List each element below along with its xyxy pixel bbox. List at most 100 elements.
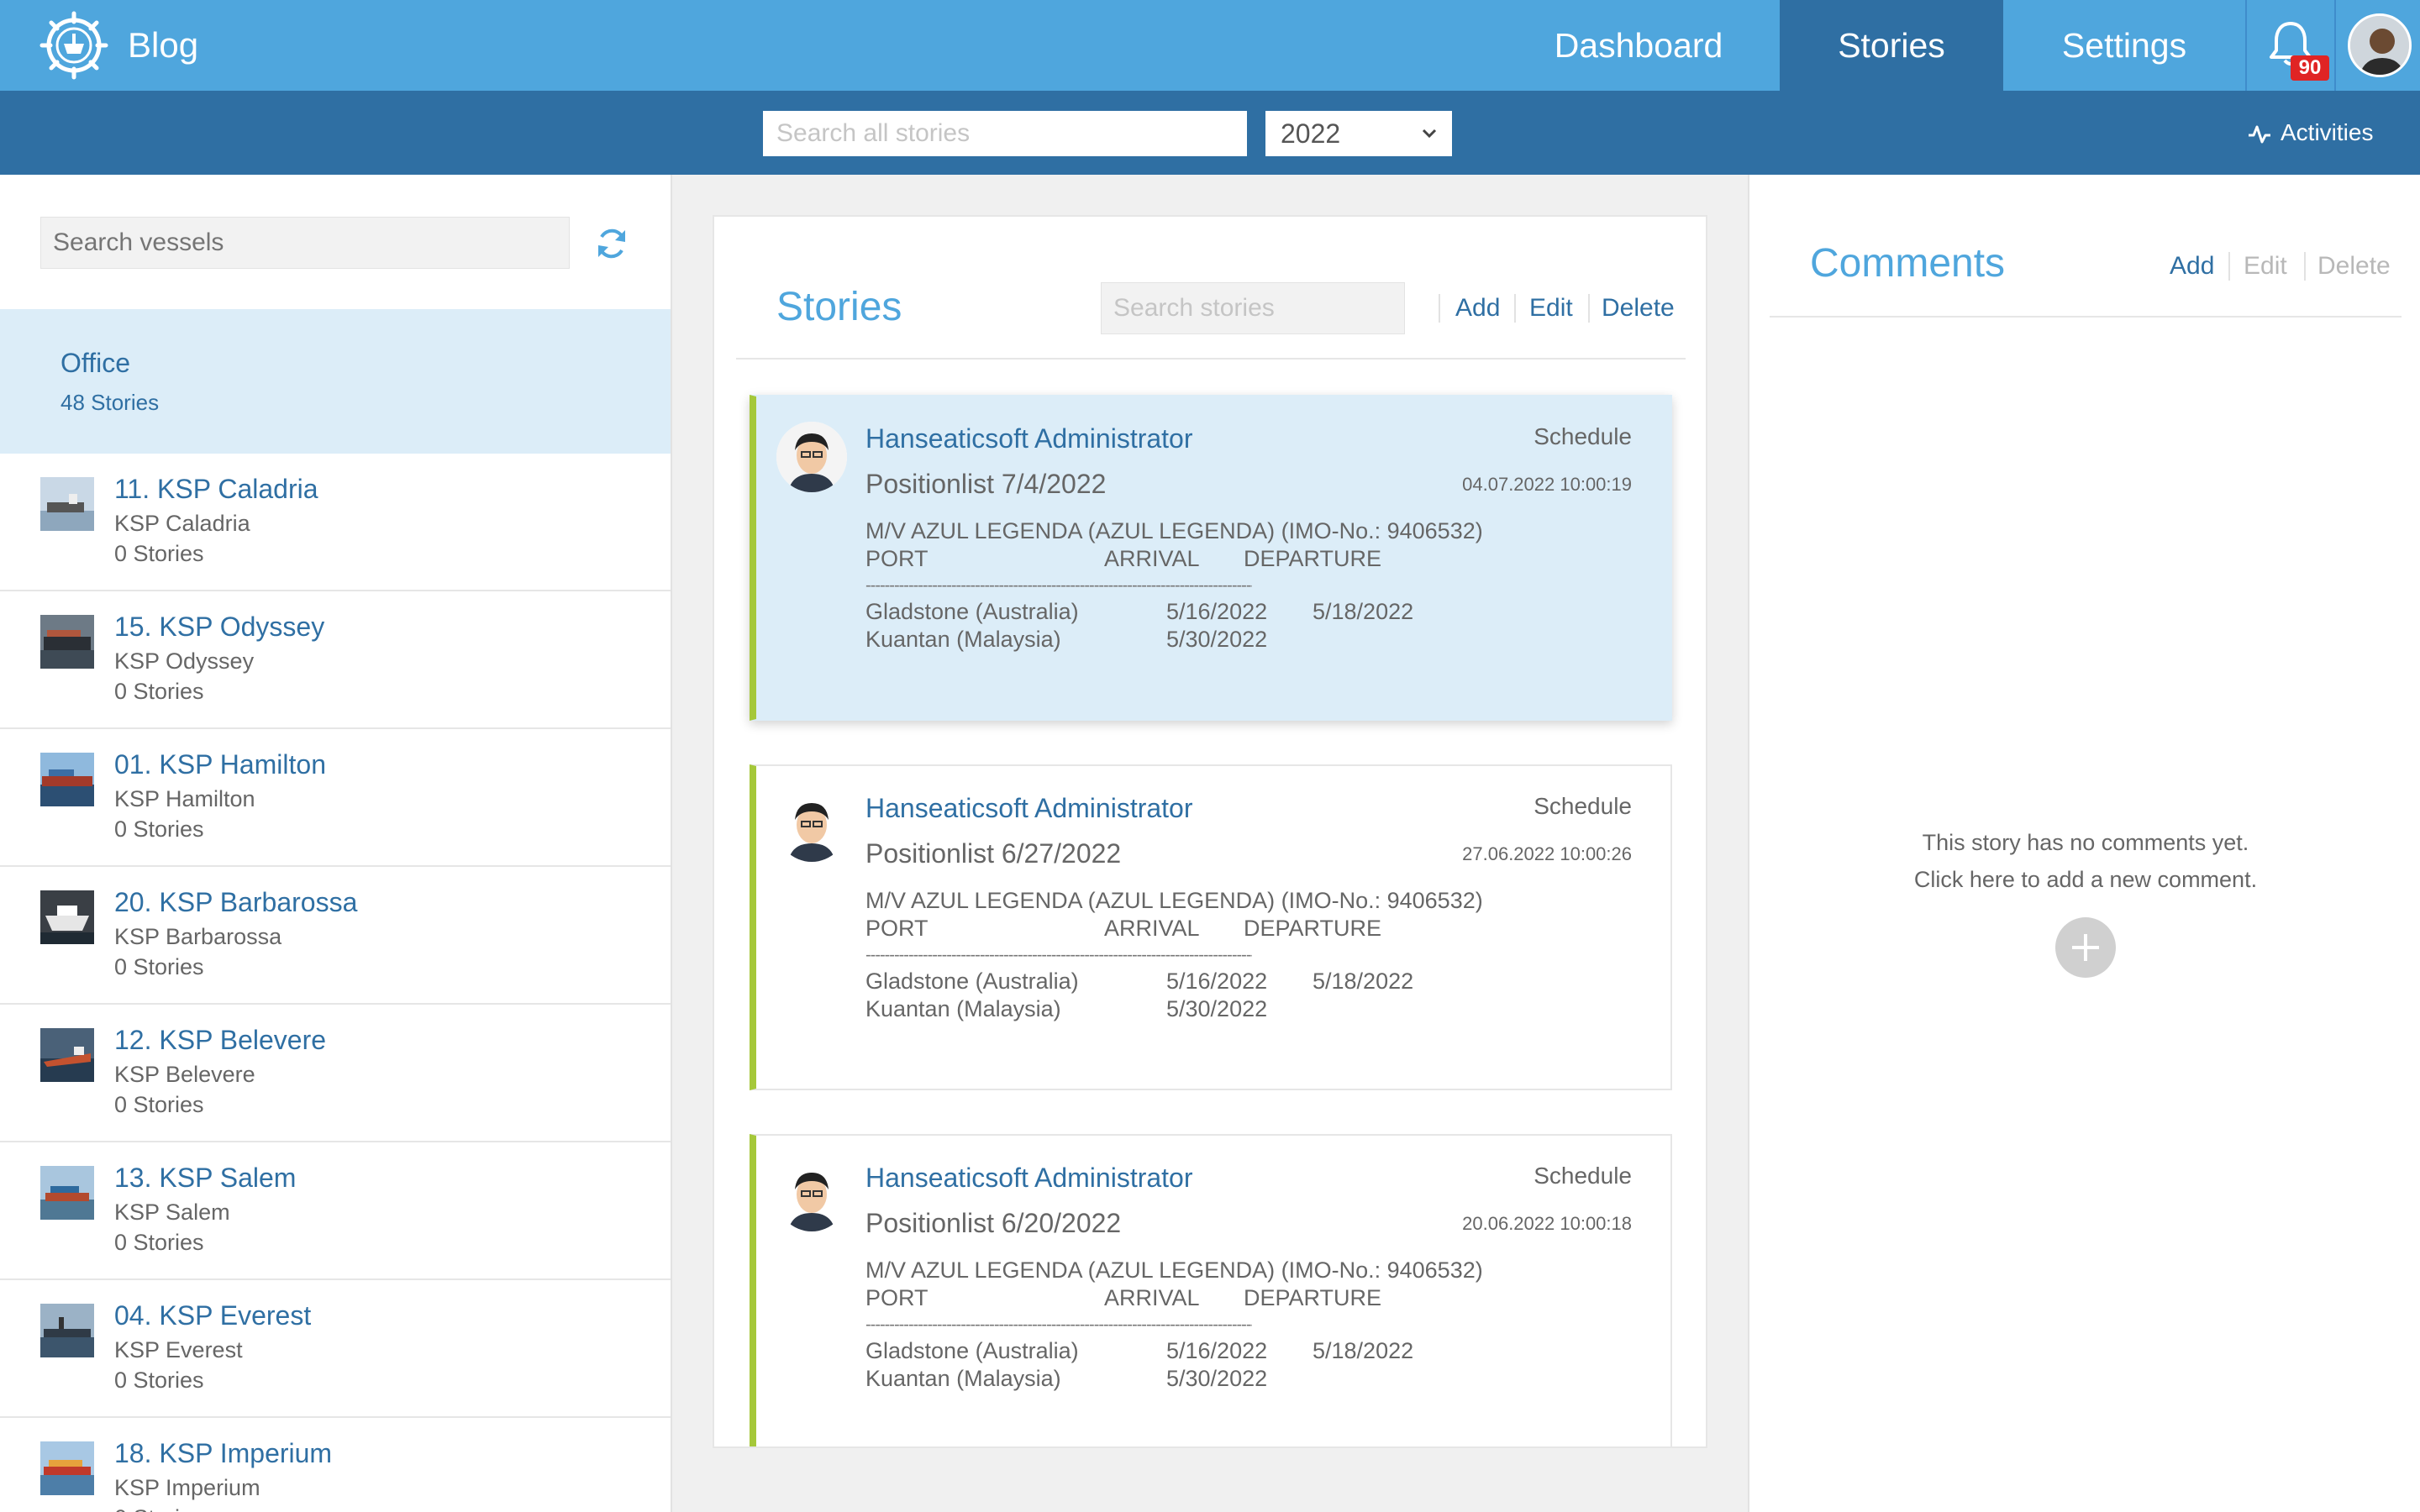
activities-button[interactable]: Activities xyxy=(2247,91,2373,175)
divider xyxy=(736,358,1686,360)
activity-icon xyxy=(2249,125,2270,144)
author-avatar xyxy=(776,1161,847,1231)
refresh-icon[interactable] xyxy=(593,225,630,262)
year-select[interactable]: 2022 xyxy=(1265,111,1452,156)
edit-comment-button[interactable]: Edit xyxy=(2244,252,2287,281)
nav-settings[interactable]: Settings xyxy=(2003,0,2245,91)
add-comment-hint[interactable]: Click here to add a new comment. xyxy=(1749,867,2420,893)
departure: 5/18/2022 xyxy=(1313,599,1414,624)
app-title[interactable]: Blog xyxy=(128,0,198,91)
arrival: 5/16/2022 xyxy=(1166,599,1268,624)
edit-story-button[interactable]: Edit xyxy=(1529,294,1573,323)
schedule-separator: ----------------------------------------… xyxy=(865,946,1252,964)
story-card[interactable]: Hanseaticsoft Administrator Schedule Pos… xyxy=(750,764,1672,1090)
search-vessels-input[interactable] xyxy=(40,217,570,269)
story-card[interactable]: Hanseaticsoft Administrator Schedule Pos… xyxy=(750,1134,1672,1446)
story-card[interactable]: Hanseaticsoft Administrator Schedule Pos… xyxy=(750,395,1672,721)
delete-story-button[interactable]: Delete xyxy=(1602,294,1675,323)
story-date: 04.07.2022 10:00:19 xyxy=(1462,474,1632,495)
add-comment-button[interactable]: Add xyxy=(2170,252,2214,281)
vessel-title: 18. KSP Imperium xyxy=(114,1438,333,1468)
vessel-name: KSP Odyssey xyxy=(114,648,255,674)
story-category: Schedule xyxy=(1534,1163,1632,1189)
vessel-title: 12. KSP Belevere xyxy=(114,1025,327,1055)
vessel-item[interactable]: 18. KSP Imperium KSP Imperium 0 Stories xyxy=(0,1418,671,1512)
story-body: M/V AZUL LEGENDA (AZUL LEGENDA) (IMO-No.… xyxy=(865,1257,1483,1393)
schedule-row: Kuantan (Malaysia) 5/30/2022 xyxy=(865,995,1483,1023)
vessel-item[interactable]: 04. KSP Everest KSP Everest 0 Stories xyxy=(0,1280,671,1418)
departure: 5/18/2022 xyxy=(1313,969,1414,994)
activities-label: Activities xyxy=(2281,119,2374,145)
col-departure: DEPARTURE xyxy=(1244,546,1382,571)
story-title: Positionlist 6/20/2022 xyxy=(865,1208,1122,1238)
comments-title: Comments xyxy=(1810,241,2006,286)
chevron-down-icon xyxy=(1422,129,1437,139)
schedule-header: PORT ARRIVAL DEPARTURE xyxy=(865,915,1483,942)
arrival: 5/16/2022 xyxy=(1166,969,1268,994)
schedule-row: Gladstone (Australia) 5/16/2022 5/18/202… xyxy=(865,598,1483,626)
nav-stories[interactable]: Stories xyxy=(1780,0,2003,91)
vessel-thumbnail xyxy=(40,1304,94,1357)
schedule-separator: ----------------------------------------… xyxy=(865,576,1252,595)
story-category: Schedule xyxy=(1534,423,1632,449)
vessel-title: 04. KSP Everest xyxy=(114,1300,312,1331)
vessel-thumbnail xyxy=(40,1441,94,1495)
logo-icon[interactable] xyxy=(39,10,109,81)
schedule-row: Kuantan (Malaysia) 5/30/2022 xyxy=(865,1365,1483,1393)
office-item[interactable]: Office 48 Stories xyxy=(0,309,671,454)
vessel-item[interactable]: 20. KSP Barbarossa KSP Barbarossa 0 Stor… xyxy=(0,867,671,1005)
action-divider xyxy=(2228,252,2230,281)
nav-divider xyxy=(2245,0,2247,91)
vessel-item[interactable]: 12. KSP Belevere KSP Belevere 0 Stories xyxy=(0,1005,671,1142)
story-author[interactable]: Hanseaticsoft Administrator xyxy=(865,793,1193,824)
vessel-item[interactable]: 13. KSP Salem KSP Salem 0 Stories xyxy=(0,1142,671,1280)
vessel-name: KSP Salem xyxy=(114,1200,230,1225)
plus-icon xyxy=(2072,934,2099,961)
vessel-sidebar: Office 48 Stories 11. KSP Caladria KSP C… xyxy=(0,175,672,1512)
schedule-row: Gladstone (Australia) 5/16/2022 5/18/202… xyxy=(865,1337,1483,1365)
action-divider xyxy=(1439,294,1440,323)
comments-panel: Comments Add Edit Delete This story has … xyxy=(1748,175,2420,1512)
schedule-row: Kuantan (Malaysia) 5/30/2022 xyxy=(865,626,1483,654)
add-story-button[interactable]: Add xyxy=(1455,294,1500,323)
nav-dashboard[interactable]: Dashboard xyxy=(1529,0,1748,91)
delete-comment-button[interactable]: Delete xyxy=(2317,252,2391,281)
vessel-story-count: 0 Stories xyxy=(114,954,204,979)
author-avatar xyxy=(776,422,847,492)
vessel-title: 20. KSP Barbarossa xyxy=(114,887,358,917)
vessel-list: 11. KSP Caladria KSP Caladria 0 Stories … xyxy=(0,454,671,1512)
vessel-thumbnail xyxy=(40,753,94,806)
schedule-separator: ----------------------------------------… xyxy=(865,1315,1252,1334)
vessel-story-count: 0 Stories xyxy=(114,1230,204,1255)
stories-panel: Stories Add Edit Delete Hanseaticsoft Ad… xyxy=(713,215,1707,1448)
top-navbar: Blog Dashboard Stories Settings 90 xyxy=(0,0,2420,91)
arrival: 5/30/2022 xyxy=(1166,996,1268,1021)
vessel-item[interactable]: 11. KSP Caladria KSP Caladria 0 Stories xyxy=(0,454,671,591)
vessel-story-count: 0 Stories xyxy=(114,1505,204,1512)
vessel-story-count: 0 Stories xyxy=(114,1368,204,1393)
vessel-title: 11. KSP Caladria xyxy=(114,474,318,504)
departure: 5/18/2022 xyxy=(1313,1338,1414,1363)
col-port: PORT xyxy=(865,1285,929,1310)
port: Gladstone (Australia) xyxy=(865,969,1079,994)
story-vessel-line: M/V AZUL LEGENDA (AZUL LEGENDA) (IMO-No.… xyxy=(865,888,1483,913)
vessel-title: 13. KSP Salem xyxy=(114,1163,297,1193)
action-divider xyxy=(1588,294,1590,323)
story-author[interactable]: Hanseaticsoft Administrator xyxy=(865,423,1193,454)
vessel-item[interactable]: 15. KSP Odyssey KSP Odyssey 0 Stories xyxy=(0,591,671,729)
vessel-name: KSP Imperium xyxy=(114,1475,260,1500)
search-stories-input[interactable] xyxy=(1101,282,1405,334)
add-comment-circle-button[interactable] xyxy=(2055,917,2116,978)
arrival: 5/30/2022 xyxy=(1166,627,1268,652)
story-author[interactable]: Hanseaticsoft Administrator xyxy=(865,1163,1193,1194)
user-avatar[interactable] xyxy=(2348,13,2412,77)
search-all-stories-input[interactable] xyxy=(763,111,1247,156)
story-vessel-line: M/V AZUL LEGENDA (AZUL LEGENDA) (IMO-No.… xyxy=(865,518,1483,543)
office-name: Office xyxy=(60,348,130,378)
story-category: Schedule xyxy=(1534,793,1632,819)
year-select-value: 2022 xyxy=(1281,118,1341,149)
vessel-item[interactable]: 01. KSP Hamilton KSP Hamilton 0 Stories xyxy=(0,729,671,867)
col-port: PORT xyxy=(865,546,929,571)
vessel-thumbnail xyxy=(40,1028,94,1082)
action-divider xyxy=(1514,294,1516,323)
